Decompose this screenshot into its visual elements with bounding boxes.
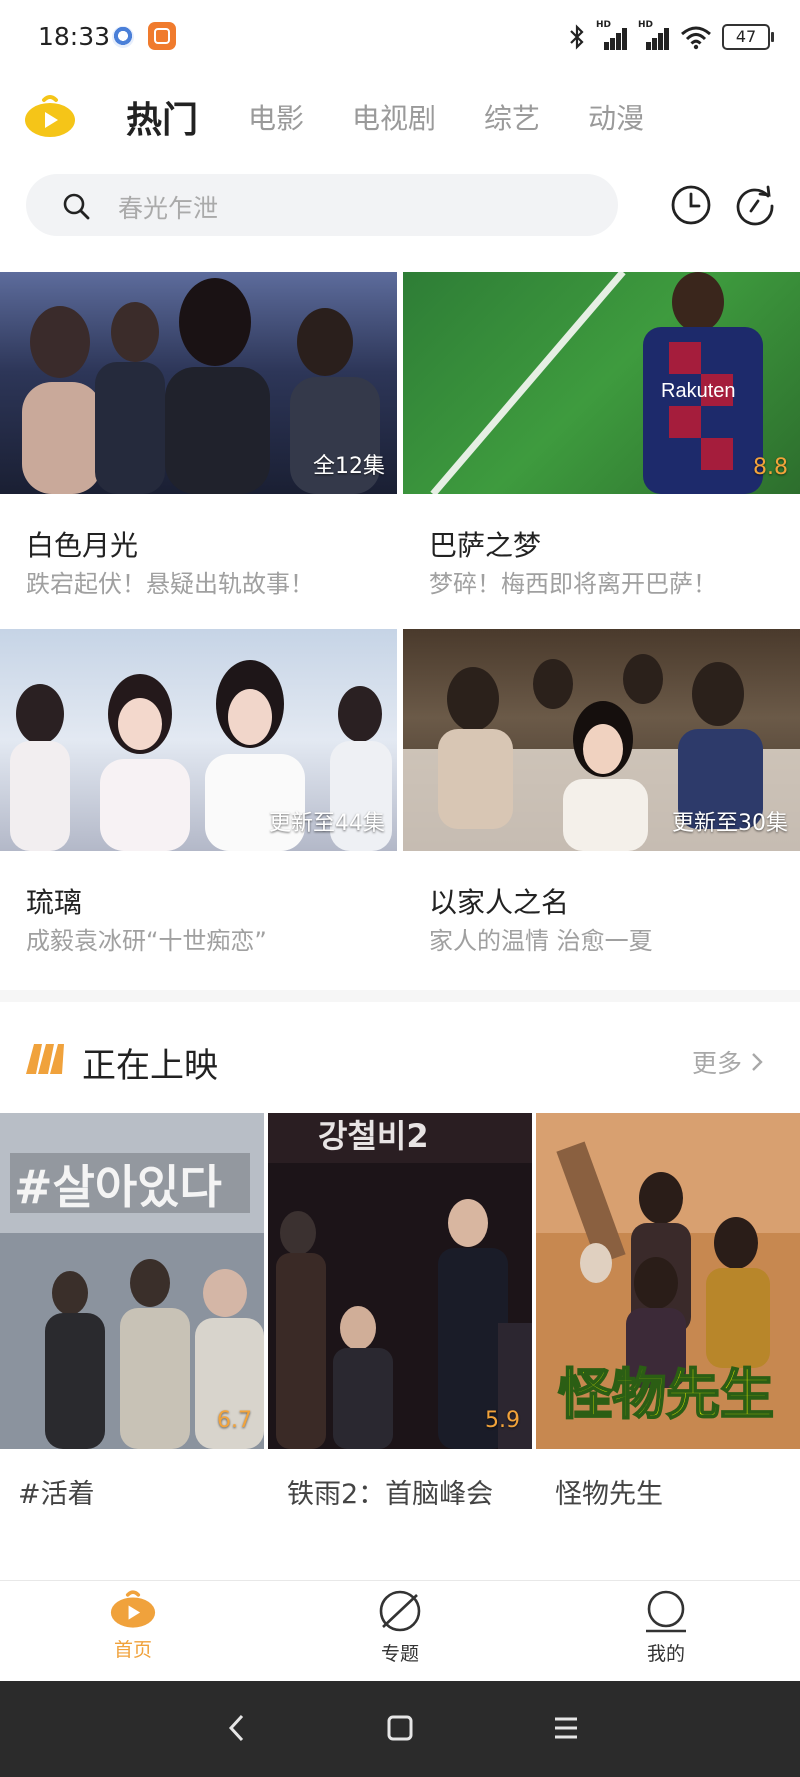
status-icons: HD HD 47 [568,20,774,54]
nav-topics[interactable]: 专题 [340,1589,460,1666]
episode-badge: 更新至30集 [672,811,788,836]
episode-badge: 更新至44集 [269,811,385,836]
featured-subtitle: 家人的温情 治愈一夏 [429,927,653,955]
signal-1-label: HD [596,20,612,30]
rating-badge: 8.8 [753,455,788,480]
poster-artwork: 강철비2 [268,1113,532,1449]
tab-movies[interactable]: 电影 [248,97,304,137]
system-navigation-bar [0,1681,800,1777]
status-time: 18:33 [38,22,111,51]
tab-variety[interactable]: 综艺 [484,97,540,137]
bottom-navigation: 首页 专题 我的 [0,1580,800,1681]
chevron-right-icon [752,1053,763,1071]
tab-anime[interactable]: 动漫 [588,97,644,137]
featured-title: 琉璃 [26,886,83,919]
status-bar: 18:33 HD HD 47 [0,0,800,72]
movie-poster[interactable]: 강철비2 5.9 [268,1113,532,1449]
search-bar[interactable]: 春光乍泄 [26,174,618,236]
notification-app-icon [112,26,134,48]
featured-thumbnail: 更新至44集 [0,629,397,851]
svg-text:怪物先生: 怪物先生 [558,1363,774,1426]
search-icon [63,193,90,220]
featured-card[interactable]: 更新至30集 以家人之名 家人的温情 治愈一夏 [403,629,800,955]
featured-card[interactable]: Rakuten 8.8 巴萨之梦 梦碎！梅西即将离开巴萨！ [403,272,800,598]
featured-thumbnail: 全12集 [0,272,397,494]
movie-rating: 5.9 [485,1408,520,1433]
featured-title: 巴萨之梦 [429,529,542,562]
section-title: 正在上映 [82,1046,218,1086]
movie-title: 铁雨2：首脑峰会 [287,1479,494,1510]
wifi-icon [681,26,711,50]
nav-home[interactable]: 首页 [73,1589,193,1662]
movie-rating: 6.7 [217,1408,252,1433]
movie-poster[interactable]: #살아있다 6.7 [0,1113,264,1449]
svg-text:#살아있다: #살아있다 [14,1160,222,1214]
tab-hot[interactable]: 热门 [126,91,198,143]
now-showing-icon [26,1044,64,1074]
app-logo-icon [25,95,75,137]
movie-poster[interactable]: 怪物先生 [536,1113,800,1449]
nav-home-label: 首页 [113,1639,152,1661]
more-label: 更多 [692,1049,743,1078]
history-clock-icon[interactable] [670,184,712,226]
featured-card[interactable]: 更新至44集 琉璃 成毅袁冰研“十世痴恋” [0,629,397,955]
signal-1-icon: HD [596,20,628,50]
search-placeholder: 春光乍泄 [118,194,219,223]
featured-thumbnail: 更新至30集 [403,629,800,851]
featured-thumbnail: Rakuten 8.8 [403,272,800,494]
poster-artwork: #살아있다 [0,1113,264,1449]
featured-title: 白色月光 [26,529,139,562]
home-play-icon [110,1590,156,1628]
svg-text:강철비2: 강철비2 [318,1117,429,1155]
featured-artwork: Rakuten [430,272,763,494]
featured-subtitle: 成毅袁冰研“十世痴恋” [26,927,267,955]
episode-badge: 全12集 [313,454,385,479]
signal-2-icon: HD [638,20,670,50]
more-link[interactable]: 更多 [692,1044,764,1080]
featured-subtitle: 梦碎！梅西即将离开巴萨！ [429,570,717,598]
battery-indicator: 47 [722,24,774,50]
tab-tv-series[interactable]: 电视剧 [352,97,436,137]
poster-artwork: 怪物先生 [536,1113,800,1449]
topics-planet-icon [379,1590,421,1632]
bluetooth-icon [570,24,584,50]
svg-text:Rakuten: Rakuten [661,380,736,402]
signal-2-label: HD [638,20,654,30]
recent-apps-icon[interactable] [552,1711,580,1745]
movie-title: #活着 [18,1479,95,1510]
notification-mi-icon [148,22,176,50]
refresh-icon[interactable] [734,184,776,226]
category-tabs: 热门 电影 电视剧 综艺 动漫 [126,92,692,142]
back-icon[interactable] [226,1711,248,1745]
featured-subtitle: 跌宕起伏！悬疑出轨故事！ [26,570,314,598]
featured-card[interactable]: 全12集 白色月光 跌宕起伏！悬疑出轨故事！ [0,272,397,598]
profile-icon [646,1590,686,1633]
nav-profile-label: 我的 [646,1643,685,1665]
home-icon[interactable] [386,1711,414,1745]
section-divider [0,990,800,1002]
nav-profile[interactable]: 我的 [606,1589,726,1666]
featured-title: 以家人之名 [429,886,570,919]
nav-topics-label: 专题 [380,1643,419,1665]
movie-title: 怪物先生 [555,1479,663,1510]
